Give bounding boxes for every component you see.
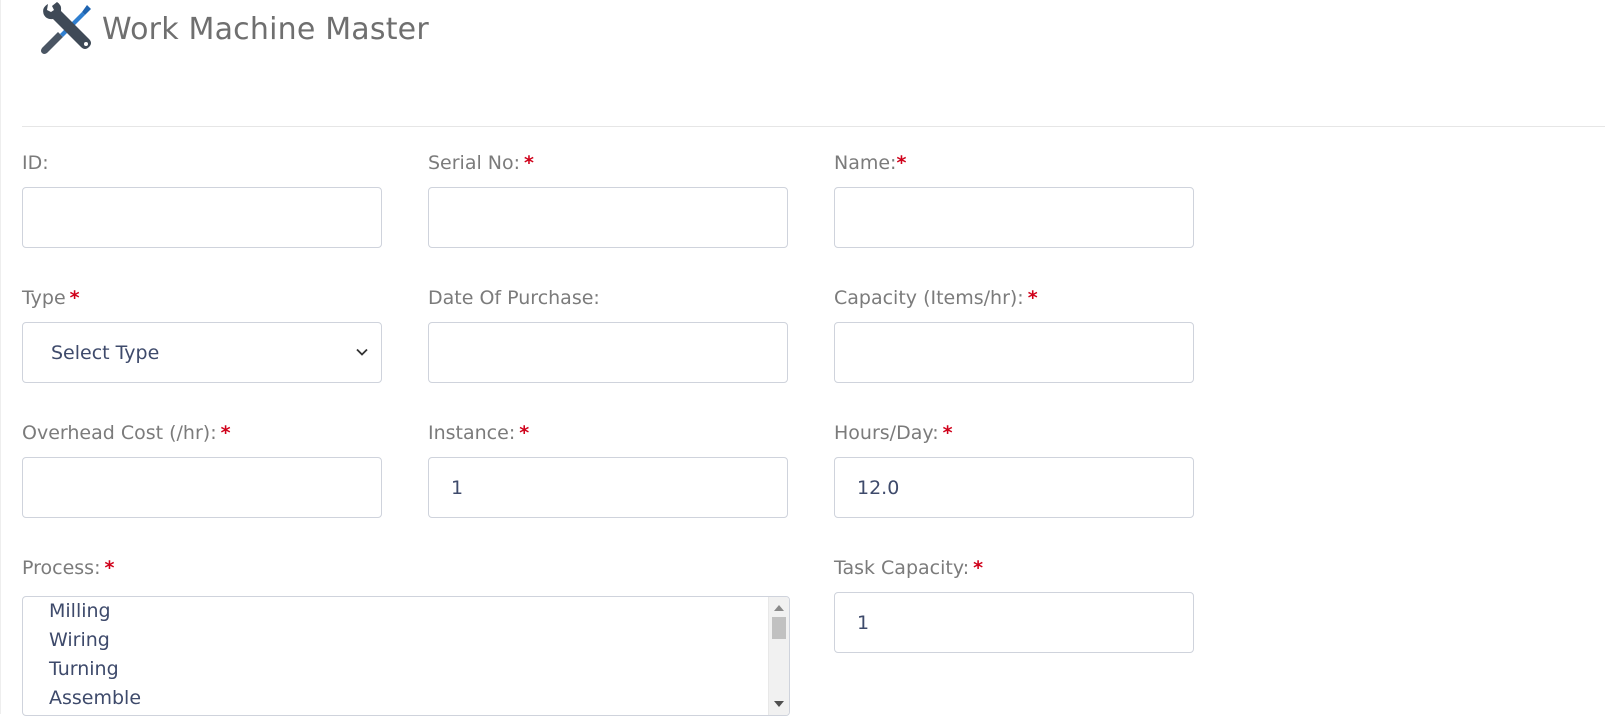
page-header: Work Machine Master <box>38 2 429 58</box>
required-marker: * <box>524 152 534 174</box>
hours-day-label: Hours/Day: * <box>834 422 953 444</box>
serial-no-label: Serial No: * <box>428 152 534 174</box>
name-input[interactable] <box>834 187 1194 248</box>
task-capacity-input[interactable] <box>834 592 1194 653</box>
type-select[interactable]: Select Type <box>22 322 382 383</box>
scroll-up-icon[interactable] <box>774 605 784 611</box>
hours-day-input[interactable] <box>834 457 1194 518</box>
type-label: Type * <box>22 287 80 309</box>
type-select-value: Select Type <box>51 341 160 364</box>
required-marker: * <box>973 557 984 579</box>
process-label: Process: * <box>22 557 115 579</box>
required-marker: * <box>519 422 530 444</box>
overhead-cost-label: Overhead Cost (/hr): * <box>22 422 231 444</box>
overhead-cost-input[interactable] <box>22 457 382 518</box>
process-listbox[interactable]: Milling Wiring Turning Assemble <box>22 596 790 716</box>
process-option[interactable]: Wiring <box>23 626 789 655</box>
id-field-group: ID: <box>22 150 382 248</box>
date-of-purchase-input[interactable] <box>428 322 788 383</box>
chevron-down-icon <box>355 342 369 364</box>
header-divider <box>22 126 1605 127</box>
required-marker: * <box>69 287 80 309</box>
task-capacity-field-group: Task Capacity: * <box>834 555 1194 653</box>
serial-no-field-group: Serial No: * <box>428 150 788 248</box>
process-option[interactable]: Turning <box>23 655 789 684</box>
instance-label: Instance: * <box>428 422 530 444</box>
required-marker: * <box>220 422 231 444</box>
id-label: ID: <box>22 152 49 174</box>
type-field-group: Type * Select Type <box>22 285 382 383</box>
serial-no-input[interactable] <box>428 187 788 248</box>
instance-field-group: Instance: * <box>428 420 788 518</box>
scroll-thumb[interactable] <box>772 617 786 639</box>
capacity-input[interactable] <box>834 322 1194 383</box>
task-capacity-label: Task Capacity: * <box>834 557 984 579</box>
instance-input[interactable] <box>428 457 788 518</box>
id-input[interactable] <box>22 187 382 248</box>
required-marker: * <box>104 557 115 579</box>
page-title: Work Machine Master <box>102 11 429 47</box>
capacity-field-group: Capacity (Items/hr): * <box>834 285 1194 383</box>
required-marker: * <box>1027 287 1038 309</box>
date-of-purchase-field-group: Date Of Purchase: <box>428 285 788 383</box>
process-option[interactable]: Assemble <box>23 684 789 713</box>
date-of-purchase-label: Date Of Purchase: <box>428 287 600 309</box>
tools-icon <box>38 0 96 60</box>
required-marker: * <box>942 422 953 444</box>
left-border <box>0 0 1 714</box>
process-field-group: Process: * <box>22 555 382 581</box>
capacity-label: Capacity (Items/hr): * <box>834 287 1038 309</box>
scroll-down-icon[interactable] <box>774 701 784 707</box>
process-scrollbar[interactable] <box>768 597 789 715</box>
required-marker: * <box>896 152 907 174</box>
process-option[interactable]: Milling <box>23 597 789 626</box>
name-field-group: Name:* <box>834 150 1194 248</box>
name-label: Name:* <box>834 152 907 174</box>
overhead-cost-field-group: Overhead Cost (/hr): * <box>22 420 382 518</box>
hours-day-field-group: Hours/Day: * <box>834 420 1194 518</box>
